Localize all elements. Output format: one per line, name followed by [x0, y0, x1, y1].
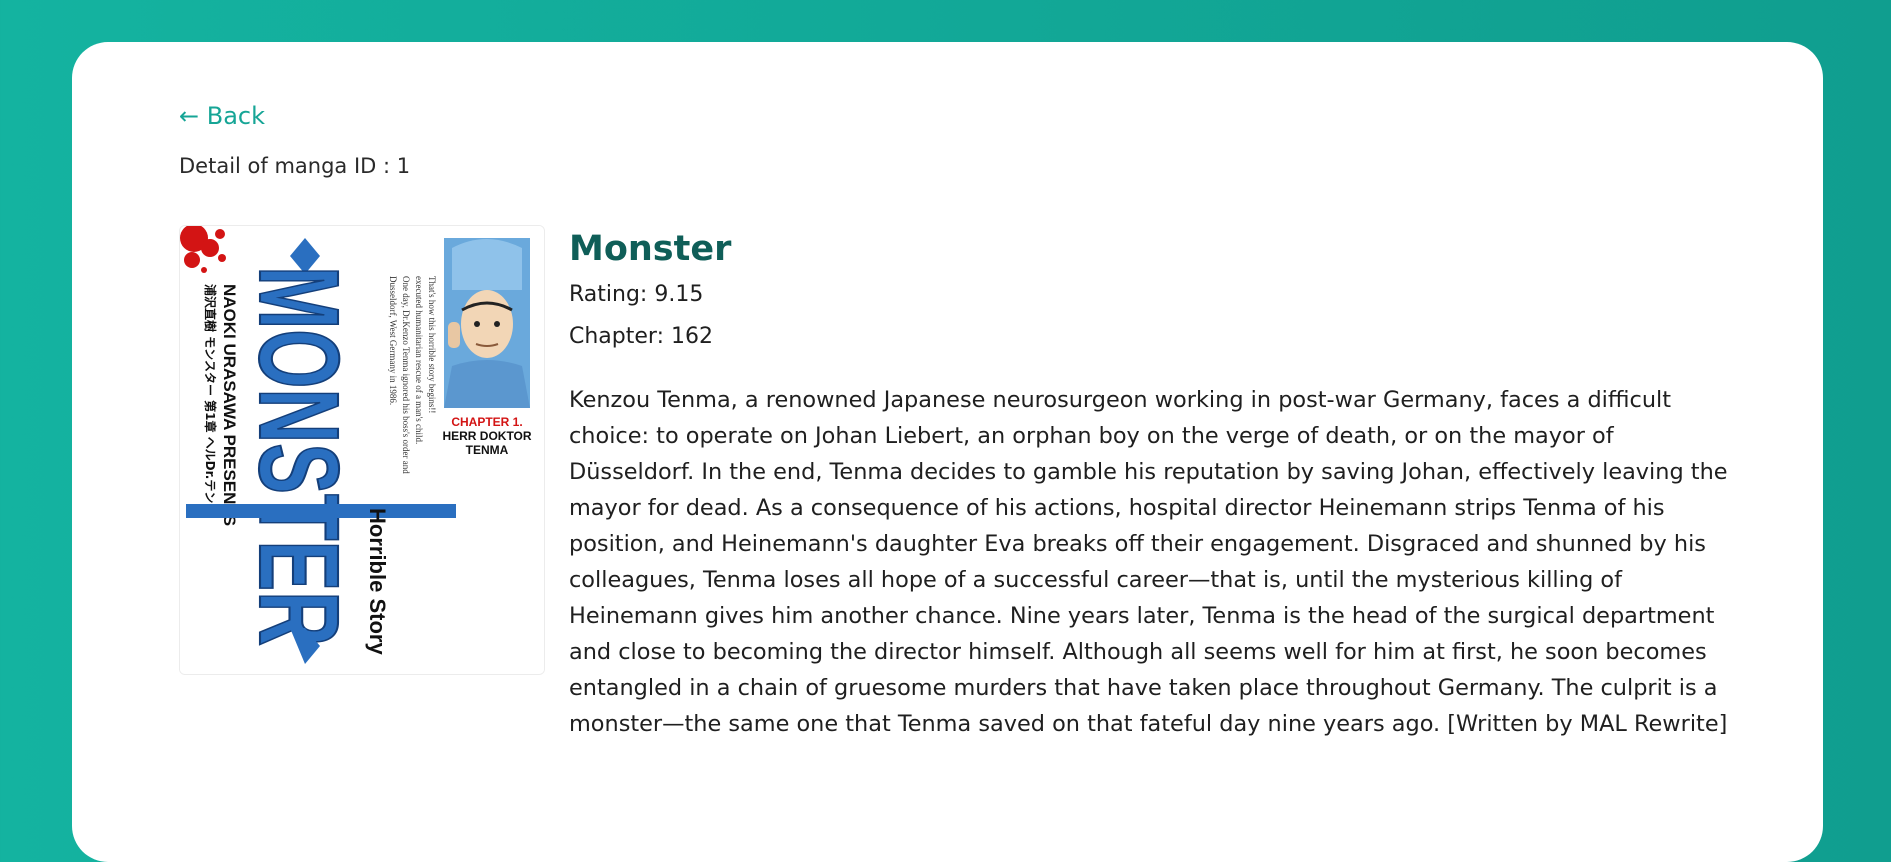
detail-id-label: Detail of manga ID : 1	[179, 154, 411, 178]
manga-info: Monster Rating: 9.15 Chapter: 162 Kenzou…	[569, 224, 1729, 764]
cover-chapter-title-2: TENMA	[466, 443, 509, 457]
manga-title: Monster	[569, 229, 732, 269]
cover-chapter-label: CHAPTER 1.	[451, 415, 522, 429]
manga-meta: Rating: 9.15 Chapter: 162	[569, 274, 1729, 358]
manga-chapter: Chapter: 162	[569, 324, 713, 349]
cover-image: 浦沢直樹 モンスター 第1章 ヘルDr.テンマ NAOKI URASAWA PR…	[179, 225, 545, 675]
doctor-illustration	[444, 238, 530, 408]
back-link[interactable]: ← Back	[179, 102, 265, 130]
detail-card: ← Back Detail of manga ID : 1 浦沢直樹 モンスター…	[72, 42, 1823, 862]
cover-subtitle-text: Horrible Story	[365, 508, 390, 655]
cover-japanese-text: 浦沢直樹 モンスター 第1章 ヘルDr.テンマ	[203, 284, 218, 515]
manga-description: Kenzou Tenma, a renowned Japanese neuros…	[569, 387, 1728, 737]
cover-chapter-title-1: HERR DOKTOR	[442, 429, 531, 443]
svg-text:MONSTER: MONSTER	[235, 266, 361, 646]
manga-rating: Rating: 9.15	[569, 282, 704, 307]
